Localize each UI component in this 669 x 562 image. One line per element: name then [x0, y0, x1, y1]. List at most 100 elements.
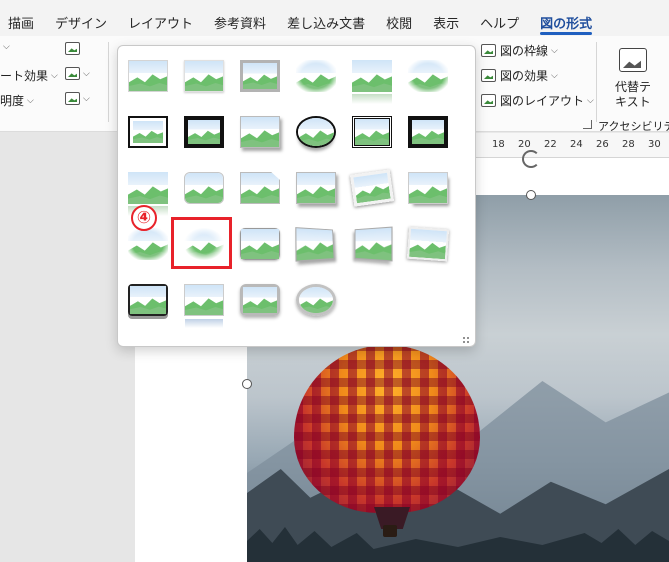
picture-style-preview-icon	[128, 172, 168, 204]
chevron-down-icon: ⌵	[51, 70, 58, 81]
chevron-down-icon: ⌵	[3, 42, 10, 52]
picture-style-reflect2[interactable]	[184, 284, 224, 328]
dialog-launcher-icon[interactable]	[583, 120, 592, 129]
picture-style-silver[interactable]	[240, 284, 280, 316]
compress-pictures-button[interactable]	[65, 42, 80, 55]
picture-border-button[interactable]: 図の枠線 ⌵	[481, 42, 558, 59]
picture-style-blackthick[interactable]	[184, 116, 224, 148]
picture-style-preview-icon	[355, 227, 392, 261]
artistic-effects-button[interactable]: ート効果 ⌵	[0, 67, 58, 84]
picture-style-metal[interactable]	[128, 284, 168, 316]
alt-text-icon[interactable]	[619, 48, 647, 72]
resize-handle-top[interactable]	[526, 190, 536, 200]
compress-icon	[65, 42, 80, 55]
picture-style-preview-icon	[133, 121, 163, 143]
chevron-down-icon: ⌵	[587, 95, 594, 106]
ruler-number: 28	[622, 139, 635, 150]
picture-style-reflect[interactable]	[352, 60, 392, 104]
picture-style-shadow[interactable]	[240, 116, 280, 148]
ribbon-separator	[108, 42, 109, 122]
picture-effects-label: 図の効果	[500, 69, 549, 83]
picture-style-preview-icon	[408, 60, 448, 92]
ribbon-left-dropdown[interactable]: ⌵	[0, 42, 10, 52]
picture-layout-button[interactable]: 図のレイアウト ⌵	[481, 92, 594, 109]
picture-style-plain[interactable]	[128, 60, 168, 92]
picture-style-rotated[interactable]	[349, 169, 395, 207]
pen-icon	[481, 44, 496, 57]
picture-style-snip[interactable]	[240, 172, 280, 204]
picture-style-fade[interactable]	[128, 228, 168, 260]
menu-tab[interactable]: ヘルプ	[480, 13, 519, 32]
brightness-button[interactable]: 明度 ⌵	[0, 92, 34, 109]
picture-style-preview-icon	[185, 285, 223, 315]
picture-effects-button[interactable]: 図の効果 ⌵	[481, 67, 558, 84]
accessibility-group-label: アクセシビリティ	[598, 120, 669, 133]
picture-style-shadow[interactable]	[296, 172, 336, 204]
picture-hot-air-balloon	[294, 345, 480, 513]
picture-style-gray[interactable]	[240, 60, 280, 92]
change-picture-button[interactable]: ⌵	[65, 67, 90, 80]
picture-style-fade[interactable]	[408, 60, 448, 92]
picture-style-preview-icon	[298, 118, 334, 146]
menu-tab[interactable]: 校閲	[386, 13, 412, 32]
menu-tab[interactable]: 差し込み文書	[287, 13, 365, 32]
picture-balloon-basket	[383, 525, 397, 537]
alt-text-label-2[interactable]: キスト	[615, 93, 651, 110]
picture-style-preview-icon	[412, 120, 444, 144]
picture-style-preview-icon	[353, 172, 391, 204]
brightness-label: 明度	[0, 94, 25, 108]
chevron-down-icon: ⌵	[27, 95, 34, 106]
picture-style-preview-icon	[355, 119, 389, 145]
picture-style-softedge[interactable]	[184, 228, 224, 260]
ruler-number: 24	[570, 139, 583, 150]
picture-style-preview-icon	[297, 173, 335, 203]
picture-style-perspective[interactable]	[295, 227, 335, 262]
menu-tab[interactable]: レイアウト	[128, 13, 193, 32]
picture-style-preview-icon	[188, 120, 220, 144]
picture-style-preview-icon	[241, 229, 279, 259]
picture-style-oval-shadow[interactable]	[296, 116, 336, 148]
horizontal-ruler: 1820222426283032	[470, 133, 669, 158]
menu-tab[interactable]: 参考資料	[214, 13, 266, 32]
picture-style-soft[interactable]	[184, 60, 224, 92]
picture-style-preview-icon	[299, 287, 333, 313]
ruler-number: 22	[544, 139, 557, 150]
picture-style-preview-icon	[296, 60, 336, 92]
picture-style-curl[interactable]	[408, 172, 448, 204]
picture-style-rounded[interactable]	[184, 172, 224, 204]
resize-handle-left[interactable]	[242, 379, 252, 389]
change-picture-icon	[65, 67, 80, 80]
menu-tab[interactable]: 図の形式	[540, 13, 593, 35]
menu-tab[interactable]: 描画	[8, 13, 34, 32]
picture-style-tilt[interactable]	[406, 226, 450, 262]
picture-style-blackthin[interactable]	[128, 116, 168, 148]
ruler-number: 20	[518, 139, 531, 150]
step-badge: ④	[131, 205, 157, 231]
gallery-resize-grip-icon[interactable]	[462, 336, 470, 344]
chevron-down-icon: ⌵	[83, 93, 90, 104]
chevron-down-icon: ⌵	[83, 68, 90, 79]
picture-style-preview-icon	[243, 287, 277, 313]
picture-style-double[interactable]	[352, 116, 392, 148]
picture-styles-gallery	[117, 45, 476, 347]
picture-style-bevel[interactable]	[240, 228, 280, 260]
document-margin	[0, 132, 135, 562]
chevron-down-icon: ⌵	[551, 45, 558, 56]
ribbon-separator	[596, 42, 597, 122]
rotate-handle[interactable]	[522, 150, 540, 168]
picture-style-preview-icon	[128, 228, 168, 260]
picture-style-preview-icon	[241, 173, 279, 203]
effects-icon	[481, 69, 496, 82]
picture-style-preview-icon	[243, 63, 277, 89]
reset-picture-button[interactable]: ⌵	[65, 92, 90, 105]
menu-tab[interactable]: 表示	[433, 13, 459, 32]
picture-style-preview-icon	[409, 173, 447, 203]
picture-style-perspective2[interactable]	[354, 226, 393, 262]
picture-style-preview-icon	[130, 286, 166, 314]
picture-style-framed[interactable]	[408, 116, 448, 148]
ruler-number: 18	[492, 139, 505, 150]
picture-style-ovalsilver[interactable]	[296, 284, 336, 316]
menu-tab[interactable]: デザイン	[55, 13, 107, 32]
picture-style-reflect[interactable]	[128, 172, 168, 216]
picture-style-fade[interactable]	[296, 60, 336, 92]
